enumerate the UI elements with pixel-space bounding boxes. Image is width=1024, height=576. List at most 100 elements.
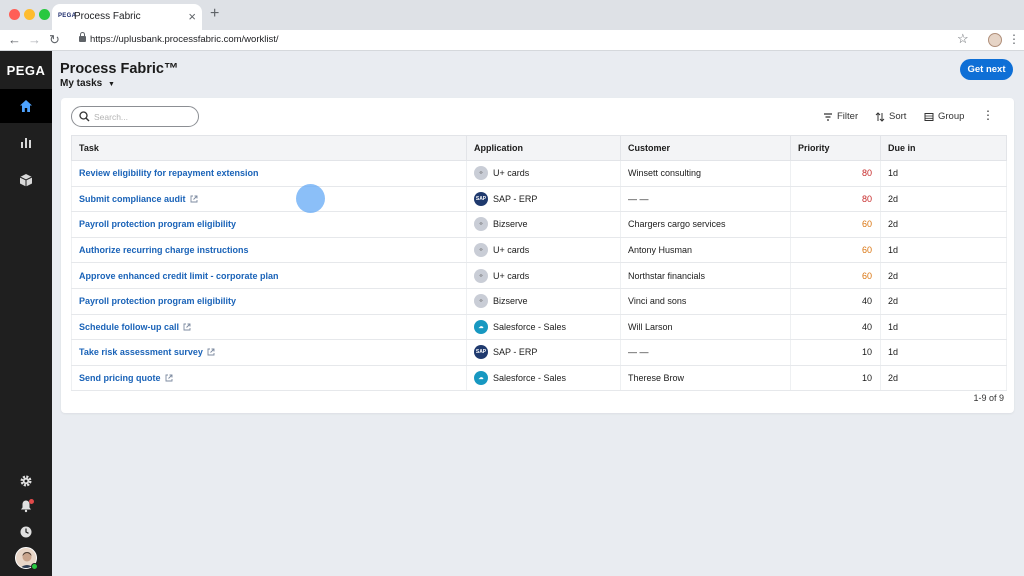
priority-cell: 40: [790, 288, 881, 315]
external-link-icon: [183, 323, 191, 331]
application-name: SAP - ERP: [493, 193, 538, 204]
lock-icon: [79, 32, 86, 42]
filter-button[interactable]: Filter: [823, 111, 858, 122]
customer-cell: — —: [620, 339, 791, 366]
sort-label: Sort: [889, 111, 907, 122]
maximize-window-button[interactable]: [39, 9, 50, 20]
browser-tabbar: PEGA Process Fabric × +: [0, 0, 1024, 30]
chart-bar-icon[interactable]: [0, 125, 52, 159]
browser-profile-avatar[interactable]: [988, 33, 1002, 47]
notification-badge: [29, 499, 34, 504]
application-cell: ‹› U+ cards: [466, 262, 621, 289]
forward-icon[interactable]: →: [28, 32, 41, 47]
priority-cell: 80: [790, 160, 881, 187]
external-link-icon: [207, 349, 215, 356]
home-icon[interactable]: [0, 89, 52, 123]
uplus-app-icon: ‹›: [474, 268, 488, 283]
table-row[interactable]: Schedule follow-up call ☁ Salesforce - Sal…: [71, 314, 1007, 341]
sort-button[interactable]: Sort: [875, 111, 906, 122]
priority-cell: 40: [790, 314, 881, 341]
address-bar: ← → ↻ https://uplusbank.processfabric.co…: [0, 30, 1024, 51]
due-in-cell: 2d: [880, 262, 1007, 289]
application-cell: SAP SAP - ERP: [466, 339, 621, 366]
task-link[interactable]: Submit compliance audit: [79, 194, 186, 204]
table-row[interactable]: Approve enhanced credit limit - corporat…: [71, 262, 1007, 289]
group-icon: [924, 112, 934, 121]
application-name: Bizserve: [493, 219, 528, 230]
task-link[interactable]: Schedule follow-up call: [79, 322, 179, 332]
due-in-cell: 2d: [880, 365, 1007, 392]
minimize-window-button[interactable]: [24, 9, 35, 20]
priority-cell: 60: [790, 262, 881, 289]
back-icon[interactable]: ←: [8, 32, 21, 47]
get-next-button[interactable]: Get next: [960, 59, 1013, 80]
due-in-cell: 2d: [880, 211, 1007, 238]
application-name: SAP - ERP: [493, 347, 538, 358]
task-link[interactable]: Review eligibility for repayment extensi…: [79, 168, 259, 178]
task-cell: Authorize recurring charge instructions: [71, 237, 467, 264]
table-row[interactable]: Review eligibility for repayment extensi…: [71, 160, 1007, 187]
task-link[interactable]: Approve enhanced credit limit - corporat…: [79, 271, 279, 281]
filter-icon: [824, 112, 832, 121]
application-cell: ‹› Bizserve: [466, 288, 621, 315]
url-field[interactable]: https://uplusbank.processfabric.com/work…: [90, 34, 279, 45]
customer-cell: Antony Husman: [620, 237, 791, 264]
bookmark-star-icon[interactable]: ☆: [957, 31, 969, 47]
customer-cell: Chargers cargo services: [620, 211, 791, 238]
table-row[interactable]: Take risk assessment survey SAP SAP - ERP —…: [71, 339, 1007, 366]
browser-tab[interactable]: PEGA Process Fabric ×: [52, 4, 202, 30]
sort-icon: [875, 111, 885, 122]
my-tasks-dropdown[interactable]: My tasks ▼: [60, 78, 115, 89]
reload-icon[interactable]: ↻: [49, 32, 60, 48]
my-tasks-label: My tasks: [60, 78, 103, 89]
tab-close-icon[interactable]: ×: [188, 9, 196, 24]
task-link[interactable]: Send pricing quote: [79, 373, 161, 383]
task-cell: Submit compliance audit: [71, 186, 467, 213]
task-cell: Take risk assessment survey: [71, 339, 467, 366]
worklist-table: Task Application Customer Priority Due i…: [71, 135, 1007, 392]
search-icon: [79, 111, 90, 122]
search-box[interactable]: [71, 106, 199, 127]
left-navigation: PEGA: [0, 51, 52, 576]
new-tab-button[interactable]: +: [210, 5, 219, 23]
application-name: U+ cards: [493, 168, 530, 179]
column-header-application[interactable]: Application: [466, 135, 621, 161]
task-link[interactable]: Payroll protection program eligibility: [79, 219, 236, 229]
clock-icon[interactable]: [0, 515, 52, 549]
external-link-icon: [165, 374, 172, 382]
customer-cell: Vinci and sons: [620, 288, 791, 315]
table-row[interactable]: Payroll protection program eligibility ‹›…: [71, 288, 1007, 315]
column-header-priority[interactable]: Priority: [790, 135, 881, 161]
task-link[interactable]: Take risk assessment survey: [79, 347, 203, 357]
application-name: Bizserve: [493, 296, 528, 307]
customer-cell: — —: [620, 186, 791, 213]
group-button[interactable]: Group: [924, 111, 964, 122]
priority-cell: 10: [790, 365, 881, 392]
filter-label: Filter: [837, 111, 859, 122]
bizserve-app-icon: ‹›: [474, 294, 488, 309]
more-options-icon[interactable]: ⋮: [982, 108, 994, 122]
application-name: U+ cards: [493, 270, 530, 281]
customer-cell: Will Larson: [620, 314, 791, 341]
priority-cell: 60: [790, 211, 881, 238]
search-input[interactable]: [94, 110, 194, 124]
due-in-cell: 1d: [880, 237, 1007, 264]
table-row[interactable]: Authorize recurring charge instructions ‹…: [71, 237, 1007, 264]
pagination-summary: 1-9 of 9: [973, 393, 1004, 403]
task-link[interactable]: Payroll protection program eligibility: [79, 296, 236, 306]
uplus-app-icon: ‹›: [474, 166, 488, 181]
close-window-button[interactable]: [9, 9, 20, 20]
online-status-indicator: [31, 563, 38, 570]
table-row[interactable]: Payroll protection program eligibility ‹›…: [71, 211, 1007, 238]
cube-icon[interactable]: [0, 163, 52, 197]
table-row[interactable]: Send pricing quote ☁ Salesforce - Sales The…: [71, 365, 1007, 392]
browser-menu-icon[interactable]: ⋮: [1008, 32, 1020, 46]
group-label: Group: [938, 111, 965, 122]
column-header-task[interactable]: Task: [71, 135, 467, 161]
column-header-due-in[interactable]: Due in: [880, 135, 1007, 161]
table-row[interactable]: Submit compliance audit SAP SAP - ERP — —80…: [71, 186, 1007, 213]
salesforce-app-icon: ☁: [474, 319, 488, 334]
column-header-customer[interactable]: Customer: [620, 135, 791, 161]
application-name: U+ cards: [493, 245, 530, 256]
task-link[interactable]: Authorize recurring charge instructions: [79, 245, 249, 255]
